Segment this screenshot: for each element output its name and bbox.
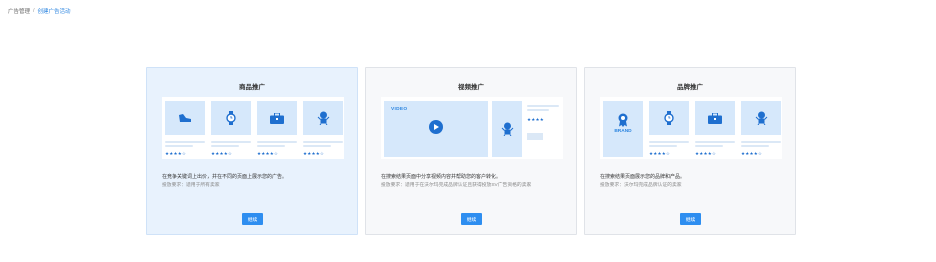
card-video-promotion[interactable]: 视频推广 VIDEO ★★★★ 在搜索结果页面中分享视频内容并帮助您的客户转化。… bbox=[365, 67, 577, 235]
placeholder-lines bbox=[303, 141, 343, 149]
rating-stars: ★★★★☆ bbox=[695, 151, 717, 156]
rating-stars: ★★★★☆ bbox=[257, 151, 279, 156]
product-tile bbox=[649, 101, 689, 135]
baby-icon bbox=[755, 111, 767, 125]
ribbon-icon bbox=[618, 113, 628, 127]
continue-button[interactable]: 继续 bbox=[680, 213, 701, 225]
rating-stars: ★★★★☆ bbox=[211, 151, 233, 156]
watch-icon bbox=[664, 111, 674, 125]
product-tile bbox=[257, 101, 297, 135]
product-tile bbox=[165, 101, 205, 135]
product-tile bbox=[695, 101, 735, 135]
play-icon bbox=[429, 120, 443, 134]
breadcrumb-current: 创建广告活动 bbox=[37, 9, 71, 15]
baby-icon bbox=[317, 111, 329, 125]
rating-stars: ★★★★ bbox=[527, 117, 544, 122]
brand-label: BRAND bbox=[614, 129, 632, 134]
rating-stars: ★★★★☆ bbox=[165, 151, 187, 156]
briefcase-icon bbox=[708, 112, 722, 124]
card-title: 视频推广 bbox=[458, 84, 484, 91]
continue-button[interactable]: 继续 bbox=[461, 213, 482, 225]
card-product-promotion[interactable]: 商品推广 ★★★★☆ ★★★★☆ ★★★★☆ ★★★★☆ 在竞争关键词上出价，并… bbox=[146, 67, 358, 235]
video-label: VIDEO bbox=[391, 107, 408, 112]
card-description: 在搜索结果页面展示您的品牌和产品。 bbox=[600, 174, 686, 180]
placeholder-lines bbox=[527, 105, 559, 113]
card-title: 商品推广 bbox=[239, 84, 265, 91]
placeholder-lines bbox=[257, 141, 297, 149]
breadcrumb-parent[interactable]: 广告管理 bbox=[8, 7, 30, 15]
card-description: 在搜索结果页面中分享视频内容并帮助您的客户转化。 bbox=[381, 174, 502, 180]
shoe-icon bbox=[179, 114, 191, 122]
product-tile bbox=[211, 101, 251, 135]
rating-stars: ★★★★☆ bbox=[649, 151, 671, 156]
placeholder-lines bbox=[649, 141, 689, 149]
video-panel: VIDEO bbox=[384, 101, 488, 157]
rating-stars: ★★★★☆ bbox=[741, 151, 763, 156]
brand-panel: BRAND bbox=[603, 101, 643, 157]
placeholder-lines bbox=[695, 141, 735, 149]
product-tile bbox=[741, 101, 781, 135]
card-requirement: 投放要求：适用于在沃尔玛完成品牌认证且获得投放SV广告资格的卖家 bbox=[381, 183, 532, 188]
breadcrumb-separator: / bbox=[33, 8, 35, 14]
card-requirement: 投放要求：沃尔玛完成品牌认证的卖家 bbox=[600, 183, 682, 188]
card-title: 品牌推广 bbox=[677, 84, 703, 91]
baby-icon bbox=[501, 122, 513, 136]
card-preview: BRAND ★★★★☆ ★★★★☆ ★★★★☆ bbox=[600, 97, 782, 159]
product-tile bbox=[492, 101, 522, 157]
placeholder-button bbox=[527, 133, 543, 140]
card-preview: ★★★★☆ ★★★★☆ ★★★★☆ ★★★★☆ bbox=[162, 97, 344, 159]
continue-button[interactable]: 继续 bbox=[242, 213, 263, 225]
card-requirement: 投放要求：适用于所有卖家 bbox=[162, 183, 220, 188]
card-brand-promotion[interactable]: 品牌推广 BRAND ★★★★☆ ★★★★☆ ★★★★☆ 在搜索结果页面展示您的… bbox=[584, 67, 796, 235]
placeholder-lines bbox=[165, 141, 205, 149]
watch-icon bbox=[226, 111, 236, 125]
product-tile bbox=[303, 101, 343, 135]
placeholder-lines bbox=[211, 141, 251, 149]
card-preview: VIDEO ★★★★ bbox=[381, 97, 563, 159]
breadcrumb: 广告管理 / 创建广告活动 bbox=[8, 7, 71, 15]
card-description: 在竞争关键词上出价，并在不同的页面上展示您的广告。 bbox=[162, 174, 288, 180]
rating-stars: ★★★★☆ bbox=[303, 151, 325, 156]
placeholder-lines bbox=[741, 141, 781, 149]
briefcase-icon bbox=[270, 112, 284, 124]
